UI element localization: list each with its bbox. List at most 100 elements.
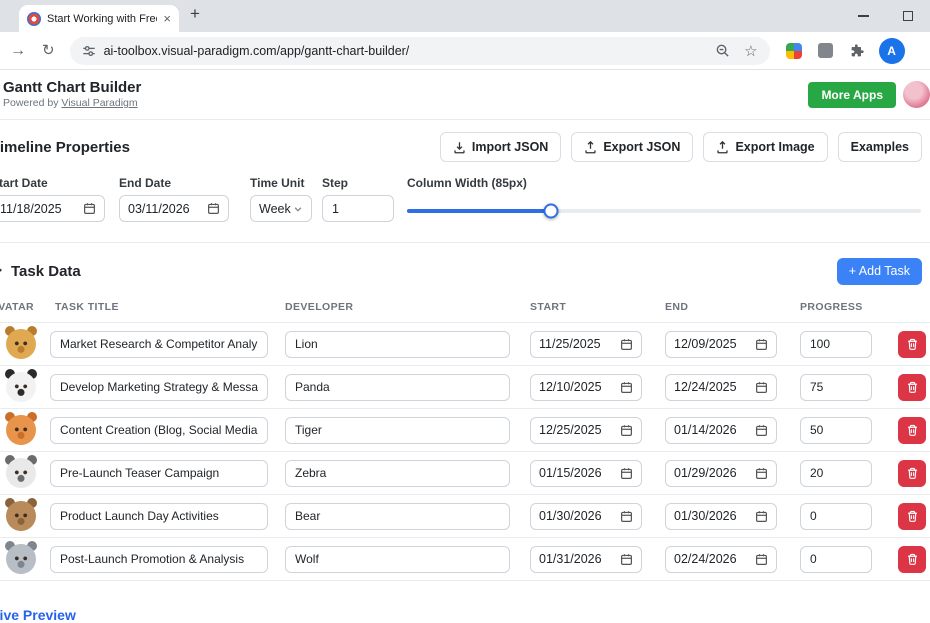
task-table-body: 11/25/2025 12/09/2025 [0, 323, 930, 581]
calendar-icon[interactable] [620, 510, 633, 523]
site-settings-icon[interactable] [82, 44, 96, 58]
trash-icon [906, 510, 919, 523]
task-title-input[interactable] [50, 503, 268, 530]
developer-input[interactable] [285, 417, 510, 444]
start-date-value: 11/18/2025 [0, 202, 62, 216]
table-row: 12/10/2025 12/24/2025 [0, 366, 930, 409]
delete-task-button[interactable] [898, 374, 926, 401]
delete-task-button[interactable] [898, 546, 926, 573]
calendar-icon[interactable] [620, 338, 633, 351]
profile-avatar[interactable]: A [879, 38, 905, 64]
column-width-slider[interactable] [407, 203, 921, 219]
end-date-input[interactable]: 01/14/2026 [665, 417, 777, 444]
forward-icon[interactable]: → [10, 43, 26, 59]
calendar-icon[interactable] [620, 381, 633, 394]
start-date-input[interactable]: 11/18/2025 [0, 195, 105, 222]
calendar-icon[interactable] [620, 467, 633, 480]
collapse-chevron-icon[interactable] [0, 265, 4, 278]
user-avatar-partial[interactable] [903, 81, 930, 108]
new-tab-button[interactable]: + [190, 4, 200, 24]
col-avatar: AVATAR [0, 301, 50, 313]
end-date-input[interactable]: 01/30/2026 [665, 503, 777, 530]
end-date-value: 03/11/2026 [128, 202, 190, 216]
start-date-input[interactable]: 11/25/2025 [530, 331, 642, 358]
add-task-button[interactable]: + Add Task [837, 258, 922, 285]
zebra-avatar [6, 458, 36, 488]
calendar-icon[interactable] [755, 510, 768, 523]
progress-input[interactable] [800, 374, 872, 401]
task-title-input[interactable] [50, 546, 268, 573]
start-date-input[interactable]: 01/30/2026 [530, 503, 642, 530]
calendar-icon[interactable] [620, 424, 633, 437]
visual-paradigm-link[interactable]: Visual Paradigm [61, 97, 137, 109]
export-json-button[interactable]: Export JSON [571, 132, 693, 162]
start-date-input[interactable]: 12/25/2025 [530, 417, 642, 444]
end-date-input[interactable]: 02/24/2026 [665, 546, 777, 573]
developer-input[interactable] [285, 331, 510, 358]
import-json-button[interactable]: Import JSON [440, 132, 561, 162]
task-title-input[interactable] [50, 374, 268, 401]
bookmark-star-icon[interactable]: ☆ [744, 42, 757, 60]
task-title-input[interactable] [50, 460, 268, 487]
extension-colorful-icon[interactable] [786, 43, 802, 59]
progress-input[interactable] [800, 546, 872, 573]
start-date-input[interactable]: 12/10/2025 [530, 374, 642, 401]
slider-fill [407, 209, 551, 213]
more-apps-button[interactable]: More Apps [808, 82, 896, 108]
start-date-input[interactable]: 01/15/2026 [530, 460, 642, 487]
progress-input[interactable] [800, 331, 872, 358]
col-end: END [665, 301, 800, 313]
time-unit-select[interactable]: Week [250, 195, 312, 222]
browser-tab[interactable]: Start Working with Free Online × [19, 5, 179, 32]
developer-input[interactable] [285, 503, 510, 530]
app-subtitle: Powered by Visual Paradigm [3, 97, 141, 110]
calendar-icon[interactable] [83, 202, 96, 215]
address-bar[interactable]: ai-toolbox.visual-paradigm.com/app/gantt… [70, 37, 770, 65]
developer-input[interactable] [285, 460, 510, 487]
progress-input[interactable] [800, 460, 872, 487]
end-date-input[interactable]: 03/11/2026 [119, 195, 229, 222]
progress-input[interactable] [800, 417, 872, 444]
reload-icon[interactable]: ↻ [42, 43, 55, 58]
calendar-icon[interactable] [620, 553, 633, 566]
calendar-icon[interactable] [755, 424, 768, 437]
calendar-icon[interactable] [755, 338, 768, 351]
calendar-icon[interactable] [207, 202, 220, 215]
tab-close-icon[interactable]: × [163, 12, 171, 25]
window-minimize-button[interactable] [858, 15, 869, 17]
developer-input[interactable] [285, 546, 510, 573]
tiger-avatar [6, 415, 36, 445]
task-title-input[interactable] [50, 417, 268, 444]
task-title-input[interactable] [50, 331, 268, 358]
url-text[interactable]: ai-toolbox.visual-paradigm.com/app/gantt… [104, 44, 410, 58]
browser-toolbar: → ↻ ai-toolbox.visual-paradigm.com/app/g… [0, 32, 930, 70]
extension-gray-icon[interactable] [818, 43, 833, 58]
table-row: 11/25/2025 12/09/2025 [0, 323, 930, 366]
delete-task-button[interactable] [898, 503, 926, 530]
examples-button[interactable]: Examples [838, 132, 922, 162]
end-date-input[interactable]: 12/09/2025 [665, 331, 777, 358]
delete-task-button[interactable] [898, 460, 926, 487]
end-date-input[interactable]: 12/24/2025 [665, 374, 777, 401]
extensions-puzzle-icon[interactable] [849, 43, 865, 59]
calendar-icon[interactable] [755, 381, 768, 394]
step-input[interactable] [322, 195, 394, 222]
calendar-icon[interactable] [755, 553, 768, 566]
col-task-title: TASK TITLE [50, 301, 285, 313]
calendar-icon[interactable] [755, 467, 768, 480]
progress-input[interactable] [800, 503, 872, 530]
window-maximize-button[interactable] [903, 11, 913, 21]
end-date-input[interactable]: 01/29/2026 [665, 460, 777, 487]
delete-task-button[interactable] [898, 331, 926, 358]
timeline-properties-header: Timeline Properties Import JSON Export J… [0, 132, 930, 162]
start-date-input[interactable]: 01/31/2026 [530, 546, 642, 573]
developer-input[interactable] [285, 374, 510, 401]
delete-task-button[interactable] [898, 417, 926, 444]
export-image-button[interactable]: Export Image [703, 132, 827, 162]
start-date-value: 01/30/2026 [539, 509, 602, 523]
end-date-value: 01/29/2026 [674, 466, 737, 480]
start-date-value: 01/15/2026 [539, 466, 602, 480]
zoom-out-icon[interactable] [715, 43, 730, 58]
slider-thumb[interactable] [543, 204, 558, 219]
col-start: START [530, 301, 665, 313]
